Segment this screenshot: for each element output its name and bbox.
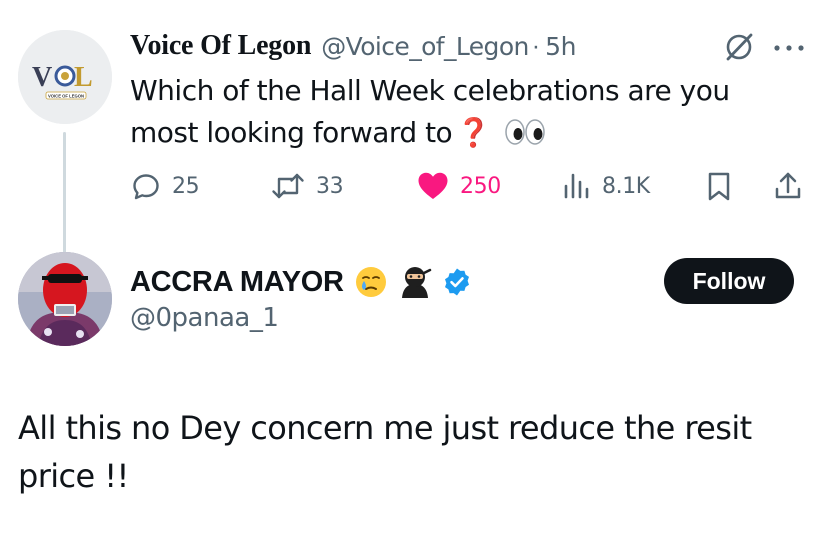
ninja-emoji (401, 267, 431, 298)
share-icon (775, 172, 801, 199)
reply-icon (133, 174, 159, 200)
bookmark-icon (708, 172, 730, 201)
repost-action[interactable]: 33 (270, 166, 344, 206)
avatar-voice-of-legon[interactable]: V L VOICE OF LEGON (18, 30, 112, 124)
reply-author-handle[interactable]: @0panaa_1 (130, 303, 279, 333)
views-action[interactable]: 8.1K (562, 166, 650, 206)
verified-badge-icon[interactable] (442, 267, 472, 297)
red-question-mark-emoji: ❓ (456, 116, 491, 149)
reply-author-name[interactable]: ACCRA MAYOR (130, 266, 344, 299)
views-icon (564, 173, 589, 199)
parent-tweet-header: Voice Of Legon @Voice_of_Legon · 5h (130, 26, 576, 66)
views-count: 8.1K (602, 173, 650, 199)
reply-count: 25 (172, 173, 200, 199)
share-action[interactable] (772, 166, 804, 206)
parent-timestamp[interactable]: 5h (545, 32, 576, 61)
grok-icon[interactable] (722, 30, 756, 64)
crying-face-emoji (355, 267, 386, 297)
avatar-caption: VOICE OF LEGON (48, 94, 84, 99)
bookmark-action[interactable] (704, 166, 734, 206)
reply-header: ACCRA MAYOR (130, 262, 472, 302)
avatar-photo (18, 252, 112, 346)
thread-line (63, 132, 66, 258)
repost-count: 33 (316, 173, 344, 199)
more-icon[interactable] (772, 44, 806, 52)
like-action[interactable]: 250 (416, 166, 501, 206)
repost-icon (272, 173, 304, 199)
like-count: 250 (460, 173, 501, 199)
avatar-accra-mayor[interactable] (18, 252, 112, 346)
parent-author-name[interactable]: Voice Of Legon (130, 30, 311, 62)
like-icon (418, 172, 448, 199)
parent-tweet-text: Which of the Hall Week celebrations are … (130, 70, 790, 154)
reply-action[interactable]: 25 (130, 166, 200, 206)
follow-button[interactable]: Follow (664, 258, 794, 304)
eyes-emoji (504, 119, 545, 145)
svg-text:L: L (74, 62, 93, 93)
vol-logo: V L VOICE OF LEGON (18, 30, 112, 124)
svg-text:V: V (32, 62, 52, 93)
parent-tweet-body: Which of the Hall Week celebrations are … (130, 74, 730, 149)
reply-text: All this no Dey concern me just reduce t… (18, 409, 752, 495)
tweet-action-bar: 25 33 250 8.1K (130, 166, 810, 206)
parent-author-handle[interactable]: @Voice_of_Legon (321, 32, 529, 61)
header-separator: · (531, 31, 541, 60)
